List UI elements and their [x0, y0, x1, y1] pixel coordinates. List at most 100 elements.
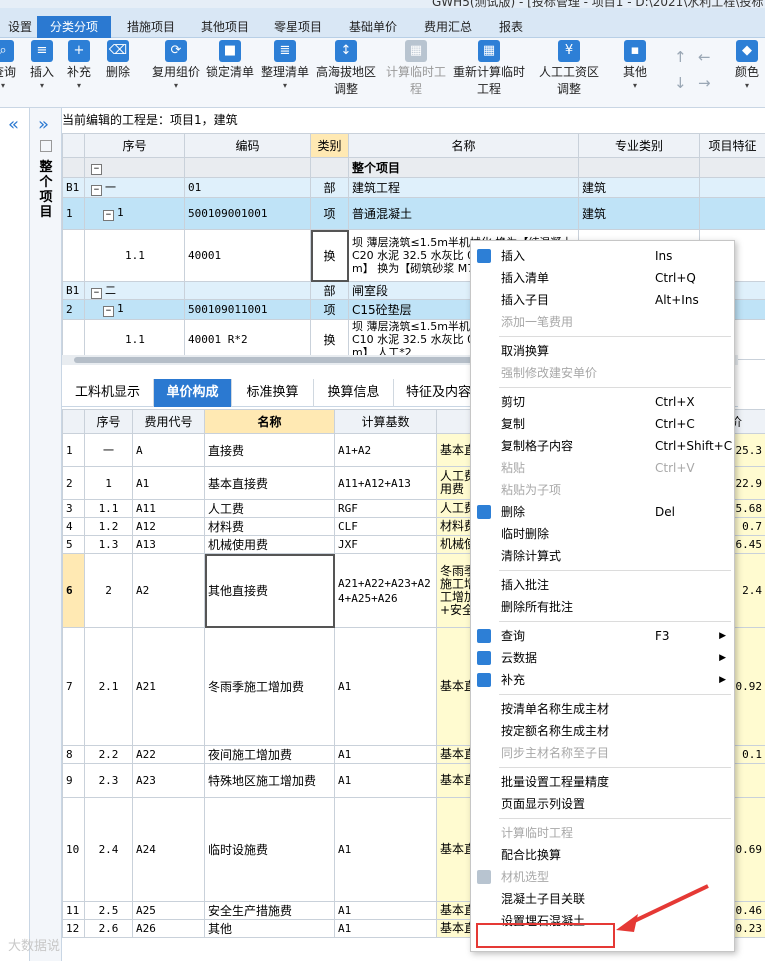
context-menu-item[interactable]: 插入清单 Ctrl+Q — [471, 267, 734, 289]
toolbar-wage-button[interactable]: ¥ 人工工资区调整 — [536, 40, 602, 98]
context-menu-item[interactable]: 按定额名称生成主材 — [471, 720, 734, 742]
toolbar-calc-button[interactable]: ▦ 计算临时工程 — [384, 40, 448, 98]
menu-1[interactable]: 分类分项 — [37, 16, 111, 38]
row-feature — [699, 157, 765, 178]
price-cell-base: A1 — [334, 745, 437, 764]
column-header-1[interactable]: 编码 — [184, 133, 311, 158]
menu-item-label: 清除计算式 — [501, 549, 562, 563]
toolbar-label: 计算临时工程 — [385, 65, 446, 96]
arrow-right-icon[interactable]: → — [698, 74, 711, 92]
context-menu-item[interactable]: 插入 Ins — [471, 245, 734, 267]
context-menu-item[interactable]: 删除所有批注 — [471, 596, 734, 618]
dropdown-arrow-icon[interactable]: ▾ — [0, 81, 14, 91]
toolbar-search-button[interactable]: ⌕ 查询 ▾ — [0, 40, 16, 91]
table-row[interactable]: B1− 一 01 部建筑工程 建筑 — [62, 177, 765, 198]
context-menu-item[interactable]: 临时删除 — [471, 523, 734, 545]
row-code — [184, 281, 311, 300]
menu-item-label: 计算临时工程 — [501, 826, 574, 840]
price-header-1[interactable]: 费用代号 — [132, 409, 205, 434]
price-cell-base: A1 — [334, 763, 437, 798]
tab-1[interactable]: 单价构成 — [154, 379, 232, 407]
context-menu-item[interactable]: 复制 Ctrl+C — [471, 413, 734, 435]
tree-collapse-icon[interactable]: − — [103, 210, 114, 221]
table-row[interactable]: − 整个项目 — [62, 157, 765, 178]
menu-item-shortcut: Ctrl+V — [655, 461, 695, 475]
tab-2[interactable]: 标准换算 — [232, 379, 314, 407]
row-type: 项 — [310, 299, 349, 320]
toolbar-trash-button[interactable]: ⌫ 删除 — [100, 40, 136, 81]
context-menu-item[interactable]: 云数据 ▶ — [471, 647, 734, 669]
context-menu-item[interactable]: 删除 Del — [471, 501, 734, 523]
column-header-0[interactable]: 序号 — [84, 133, 185, 158]
price-header-2[interactable]: 名称 — [204, 409, 335, 434]
tree-root-label[interactable]: 整个项目 — [38, 160, 54, 220]
context-menu-item[interactable]: 配合比换算 — [471, 844, 734, 866]
row-feature — [699, 197, 765, 230]
context-menu-item[interactable]: 按清单名称生成主材 — [471, 698, 734, 720]
tab-3[interactable]: 换算信息 — [314, 379, 394, 407]
search-icon: ⌕ — [0, 40, 14, 62]
menu-4[interactable]: 零星项目 — [262, 16, 334, 38]
menu-5[interactable]: 基础单价 — [337, 16, 409, 38]
dropdown-arrow-icon[interactable]: ▾ — [28, 81, 56, 91]
toolbar-paint-bucket-button[interactable]: ◆ 颜色 ▾ — [732, 40, 762, 91]
column-header-3[interactable]: 名称 — [348, 133, 579, 158]
price-header-3[interactable]: 计算基数 — [334, 409, 437, 434]
row-name: 建筑工程 — [348, 177, 579, 198]
arrow-up-icon[interactable]: ↑ — [674, 48, 687, 66]
context-menu-item[interactable]: 取消换算 — [471, 340, 734, 362]
context-menu-item[interactable]: 剪切 Ctrl+X — [471, 391, 734, 413]
menu-item-label: 混凝土子目关联 — [501, 892, 586, 906]
price-header-0[interactable]: 序号 — [84, 409, 133, 434]
toolbar-altitude-button[interactable]: ↕ 高海拔地区调整 — [314, 40, 378, 98]
toolbar-grid-button[interactable]: ▪ 其他 ▾ — [618, 40, 652, 91]
menu-bar: 设置 分类分项 措施项目 其他项目 零星项目 基础单价 费用汇总 报表 — [0, 8, 765, 38]
toolbar-recalc-button[interactable]: ▦ 重新计算临时工程 — [453, 40, 525, 98]
tree-collapse-icon[interactable]: − — [91, 288, 102, 299]
search-icon — [477, 629, 491, 643]
menu-7[interactable]: 报表 — [487, 16, 535, 38]
column-header-5[interactable]: 项目特征 — [699, 133, 765, 158]
table-row[interactable]: 1−1 500109001001 项普通混凝土 建筑 — [62, 197, 765, 230]
toolbar-reuse-button[interactable]: ⟳ 复用组价 ▾ — [148, 40, 204, 91]
price-cell-n: 3 — [62, 499, 85, 518]
dropdown-arrow-icon[interactable]: ▾ — [618, 81, 652, 91]
dropdown-arrow-icon[interactable]: ▾ — [148, 81, 204, 91]
context-menu-item[interactable]: 清除计算式 — [471, 545, 734, 567]
toolbar-lock-button[interactable]: ■ 锁定清单 — [204, 40, 256, 81]
tree-collapse-icon[interactable]: − — [91, 185, 102, 196]
menu-separator — [499, 694, 731, 695]
arrow-down-icon[interactable]: ↓ — [674, 74, 687, 92]
expand-panel-icon[interactable]: » — [38, 114, 49, 135]
context-menu-item[interactable]: 补充 ▶ — [471, 669, 734, 691]
tab-0[interactable]: 工料机显示 — [62, 379, 154, 407]
collapse-panel-icon[interactable]: « — [8, 114, 19, 135]
dropdown-arrow-icon[interactable]: ▾ — [62, 81, 96, 91]
context-menu-item[interactable]: 批量设置工程量精度 — [471, 771, 734, 793]
menu-3[interactable]: 其他项目 — [190, 16, 260, 38]
tree-collapse-icon[interactable]: − — [103, 306, 114, 317]
context-menu-item[interactable]: 复制格子内容 Ctrl+Shift+C — [471, 435, 734, 457]
column-header-4[interactable]: 专业类别 — [578, 133, 700, 158]
menu-item-shortcut: Ctrl+C — [655, 417, 695, 431]
menu-6[interactable]: 费用汇总 — [412, 16, 484, 38]
arrow-left-icon[interactable]: ← — [698, 48, 711, 66]
context-menu-item[interactable]: 页面显示列设置 — [471, 793, 734, 815]
context-menu-item[interactable]: 插入子目 Alt+Ins — [471, 289, 734, 311]
toolbar-organize-button[interactable]: ≣ 整理清单 ▾ — [258, 40, 312, 91]
toolbar-insert-button[interactable]: ≡ 插入 ▾ — [28, 40, 56, 91]
price-cell-seq: 2.4 — [84, 797, 133, 902]
menu-item-label: 页面显示列设置 — [501, 797, 586, 811]
dropdown-arrow-icon[interactable]: ▾ — [258, 81, 312, 91]
context-menu-item: 计算临时工程 — [471, 822, 734, 844]
column-header-2[interactable]: 类别 — [310, 133, 349, 158]
tree-collapse-icon[interactable]: − — [91, 164, 102, 175]
menu-2[interactable]: 措施项目 — [115, 16, 187, 38]
toolbar-supplement-button[interactable]: + 补充 ▾ — [62, 40, 96, 91]
context-menu-item[interactable]: 查询 F3 ▶ — [471, 625, 734, 647]
menu-0[interactable]: 设置 — [0, 16, 34, 38]
dropdown-arrow-icon[interactable]: ▾ — [732, 81, 762, 91]
row-type — [310, 157, 349, 178]
menu-separator — [499, 570, 731, 571]
context-menu-item[interactable]: 插入批注 — [471, 574, 734, 596]
